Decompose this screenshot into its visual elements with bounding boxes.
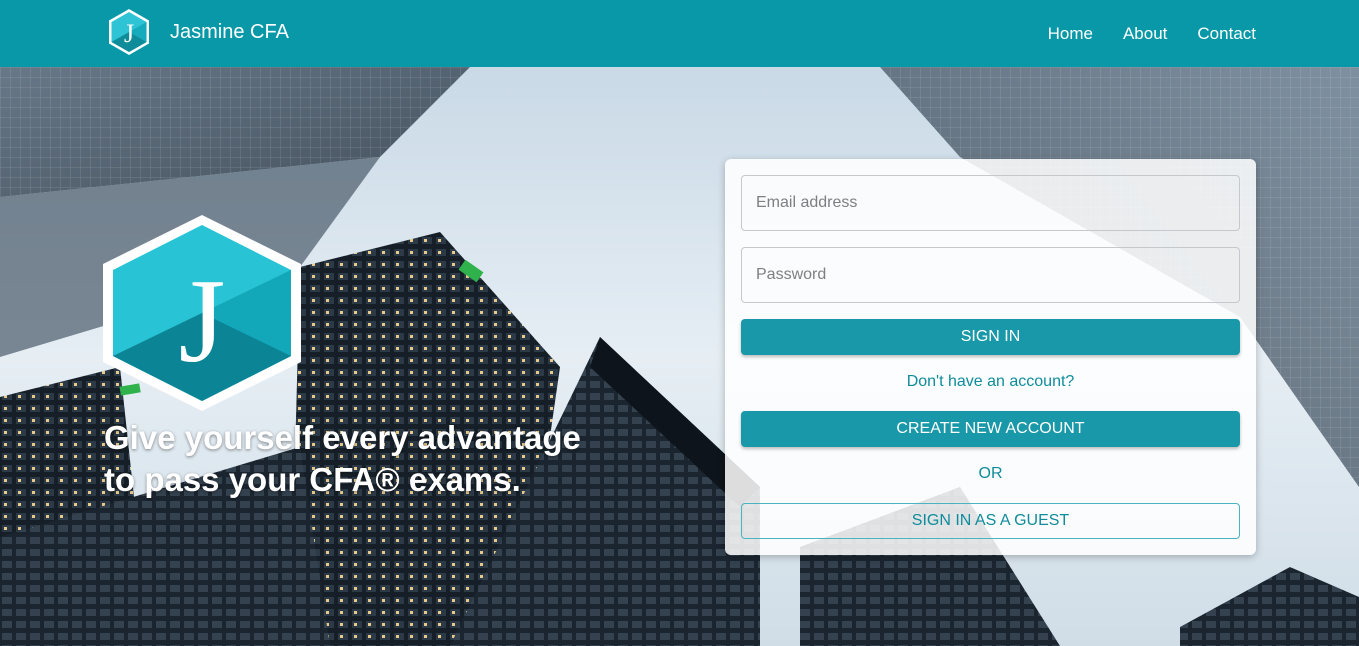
email-input[interactable] — [741, 175, 1240, 231]
hero-logo-letter: J — [179, 254, 226, 387]
hero-logo-icon: J — [103, 215, 301, 411]
brand-logo-icon: J — [109, 9, 149, 55]
nav-links: Home About Contact — [1018, 0, 1256, 67]
no-account-link[interactable]: Don't have an account? — [725, 373, 1256, 391]
guest-sign-in-button[interactable]: SIGN IN AS A GUEST — [741, 503, 1240, 539]
brand-name: Jasmine CFA — [170, 20, 289, 43]
create-account-button[interactable]: CREATE NEW ACCOUNT — [741, 411, 1240, 447]
hero-tagline: Give yourself every advantage to pass yo… — [104, 417, 581, 501]
password-input[interactable] — [741, 247, 1240, 303]
nav-link-home[interactable]: Home — [1048, 24, 1093, 44]
brand-logo-letter: J — [124, 19, 134, 48]
hero-tagline-line-2: to pass your CFA® exams. — [104, 461, 521, 498]
nav-link-about[interactable]: About — [1123, 24, 1167, 44]
hero-section: J Give yourself every advantage to pass … — [0, 67, 1359, 646]
or-divider-text: OR — [978, 465, 1003, 482]
nav-link-contact[interactable]: Contact — [1197, 24, 1256, 44]
hero-tagline-line-1: Give yourself every advantage — [104, 419, 581, 456]
sign-in-button[interactable]: SIGN IN — [741, 319, 1240, 355]
login-card: SIGN IN Don't have an account? CREATE NE… — [725, 159, 1256, 555]
navbar: J Jasmine CFA Home About Contact — [0, 0, 1359, 67]
brand[interactable]: J Jasmine CFA — [104, 7, 289, 57]
